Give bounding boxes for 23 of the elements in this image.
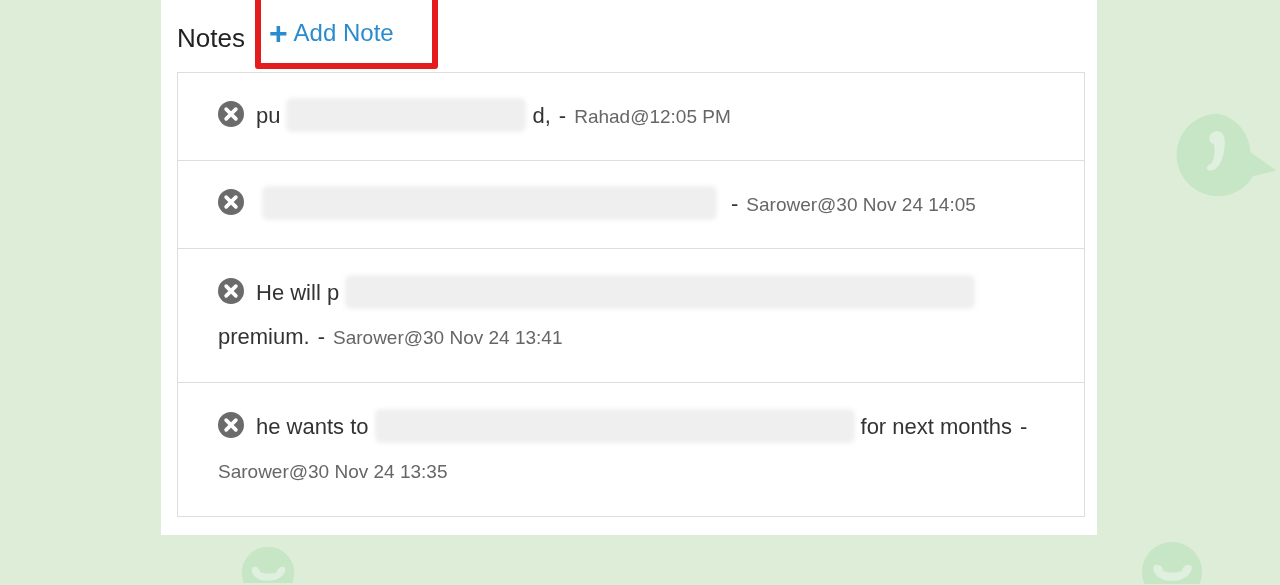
separator-dash: - <box>317 324 325 349</box>
note-author-time: Rahad@12:05 PM <box>574 106 731 127</box>
delete-icon[interactable] <box>218 412 244 438</box>
note-author-time: Sarower@30 Nov 24 13:35 <box>218 461 448 482</box>
note-author-time: Sarower@30 Nov 24 14:05 <box>746 194 976 215</box>
delete-icon[interactable] <box>218 189 244 215</box>
add-note-link[interactable]: + Add Note <box>254 0 438 69</box>
separator-dash: - <box>731 191 739 216</box>
chat-bubble-icon <box>1140 540 1204 584</box>
notes-title: Notes <box>177 22 245 54</box>
note-text: for <box>860 414 887 439</box>
note-text: premium. <box>218 324 310 349</box>
note-text: He will p <box>256 280 340 305</box>
delete-icon[interactable] <box>218 101 244 127</box>
note-text: pu <box>256 103 281 128</box>
chat-bubble-icon <box>240 545 296 583</box>
separator-dash: - <box>1020 414 1028 439</box>
note-text: next months <box>892 414 1013 439</box>
note-author-time: Sarower@30 Nov 24 13:41 <box>333 327 563 348</box>
delete-icon[interactable] <box>218 278 244 304</box>
separator-dash: - <box>558 103 567 128</box>
note-text: d, <box>532 103 551 128</box>
note-text: he wants to <box>256 414 369 439</box>
